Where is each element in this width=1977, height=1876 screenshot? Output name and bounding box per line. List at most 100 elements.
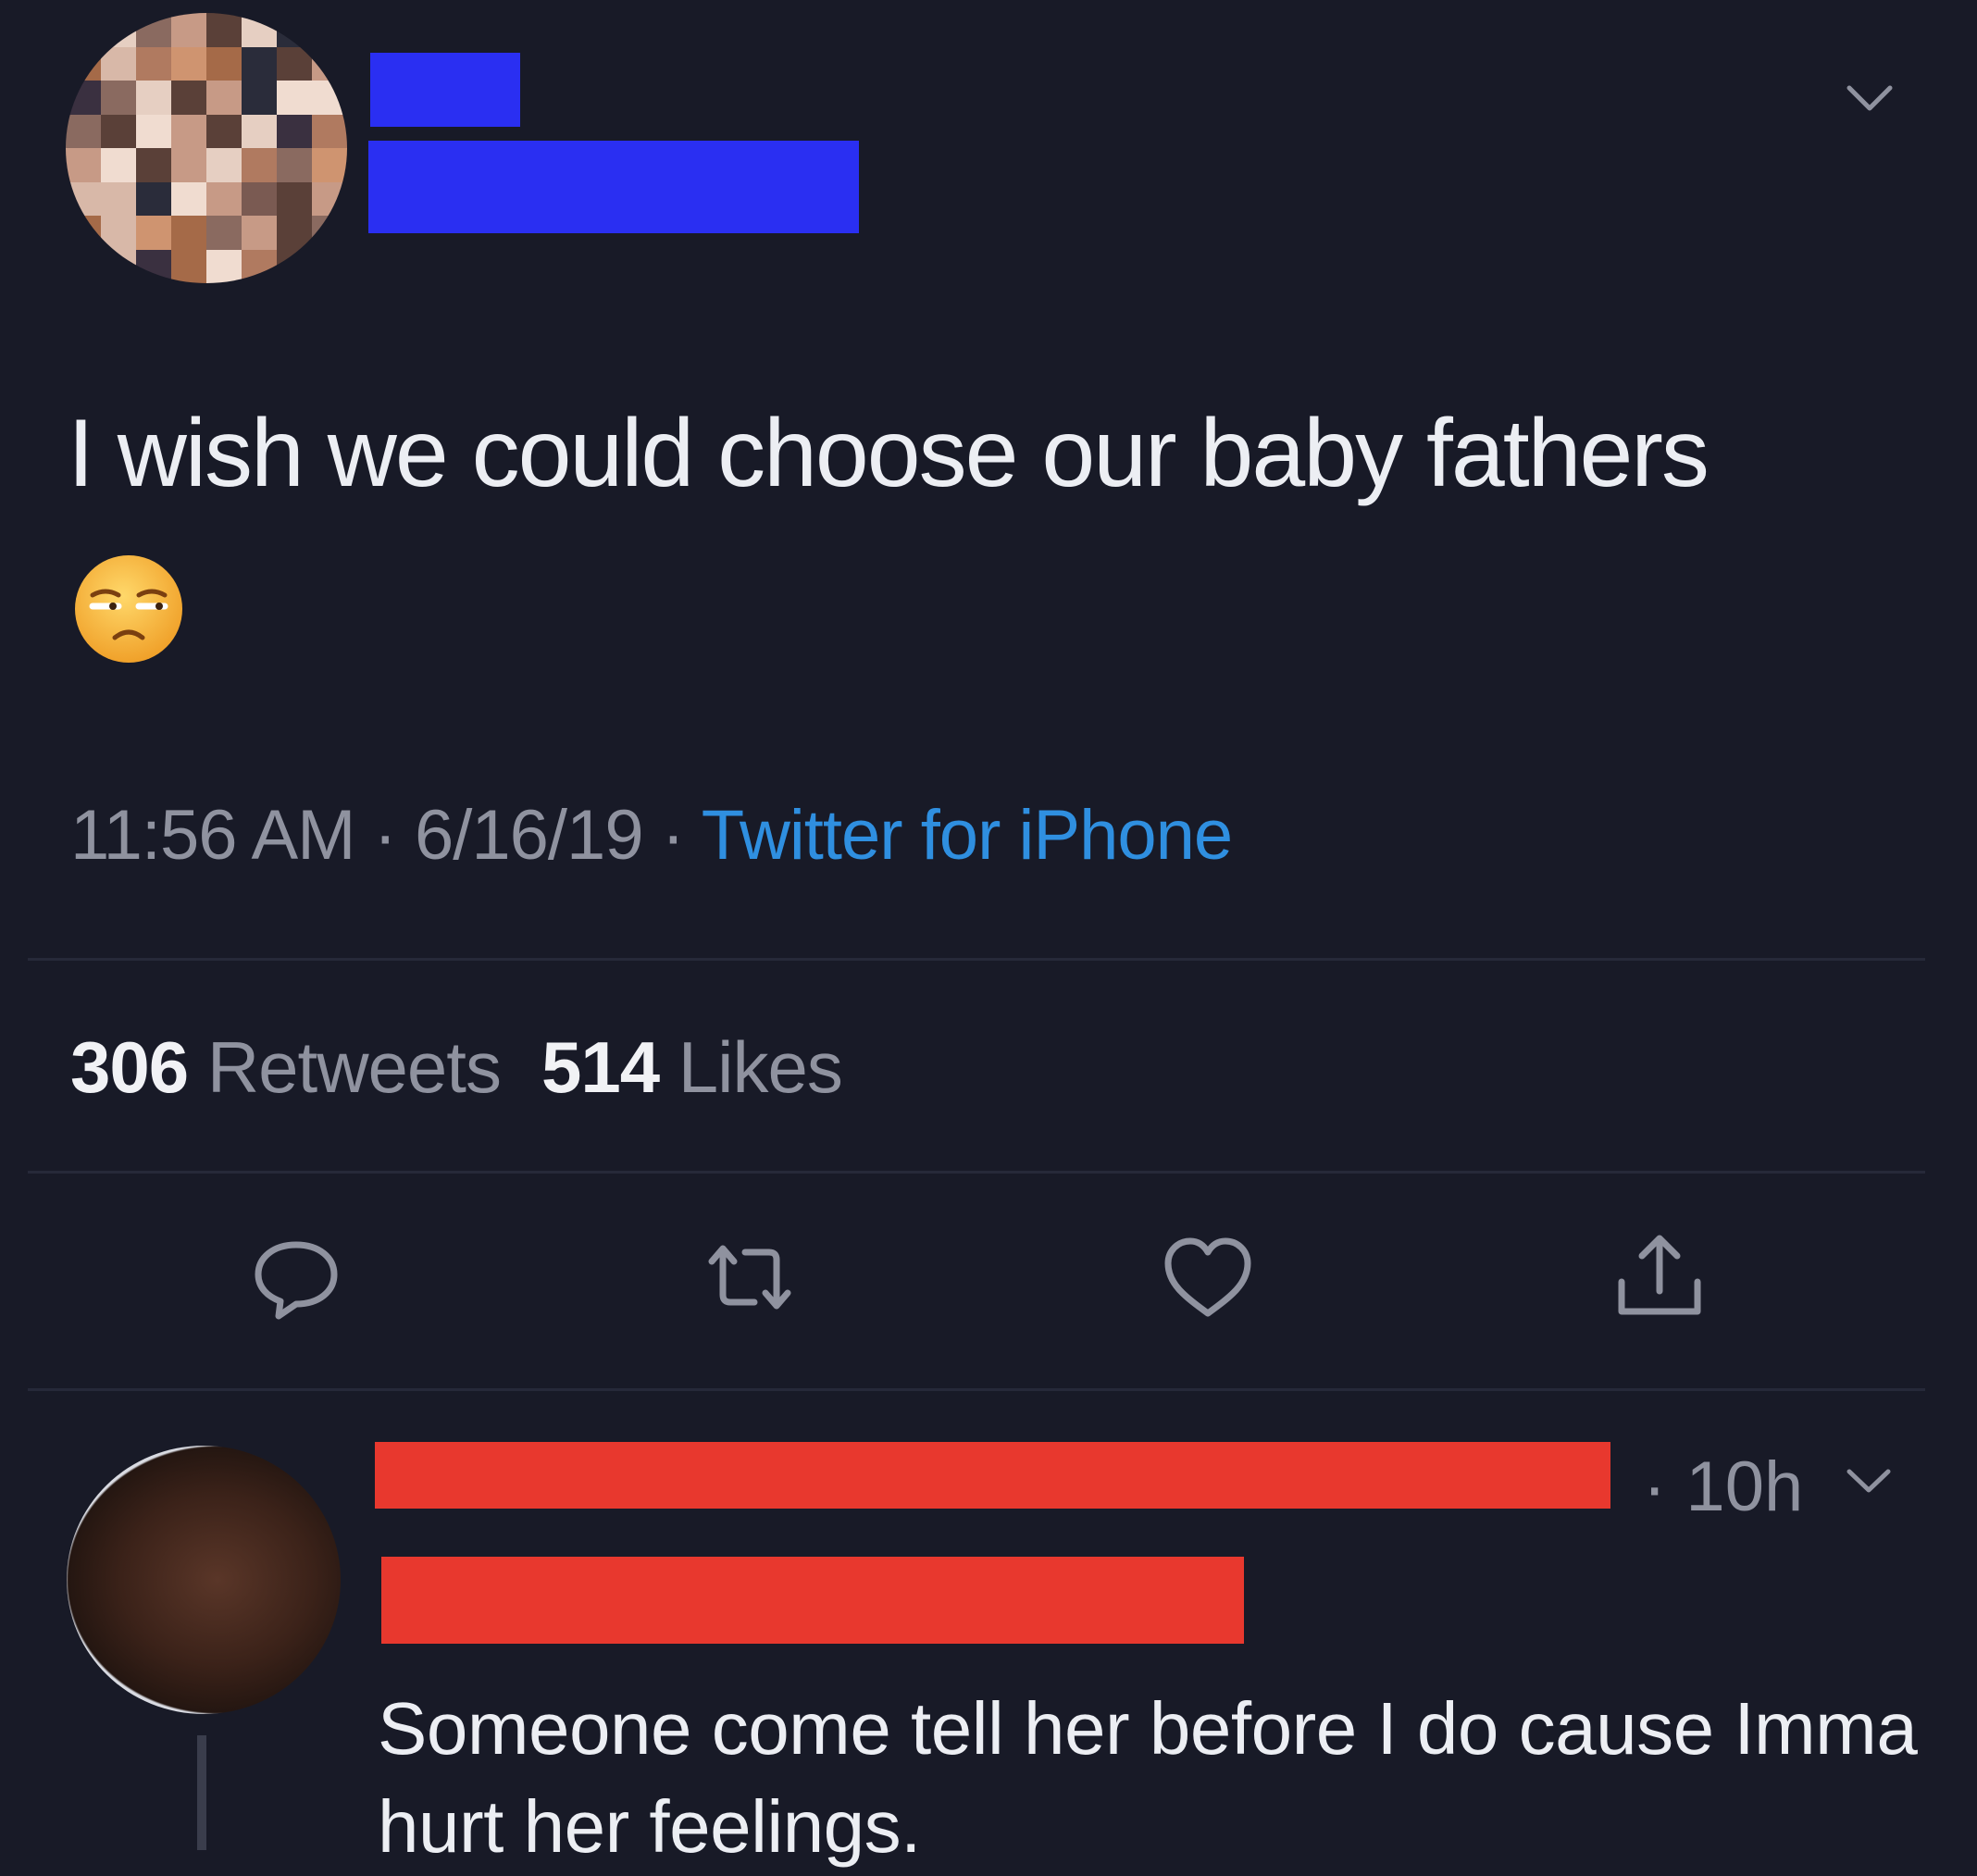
meta-separator: · [354, 796, 416, 875]
redacted-reply-name [375, 1442, 1610, 1509]
reply-button[interactable] [245, 1226, 347, 1328]
unamused-face-icon [72, 553, 185, 665]
retweets-count: 306 [70, 1026, 189, 1108]
tweet-stats: 306 Retweets 514 Likes [70, 1025, 843, 1109]
avatar-mosaic-tile [66, 13, 101, 47]
avatar-mosaic-tile [206, 114, 242, 148]
avatar-mosaic-tile [171, 249, 206, 283]
like-icon [1164, 1237, 1251, 1317]
tweet-time: 11:56 AM [70, 796, 355, 875]
avatar-mosaic-tile [312, 114, 347, 148]
avatar-mosaic-tile [171, 46, 206, 81]
avatar-mosaic-tile [312, 181, 347, 216]
avatar-mosaic-tile [312, 148, 347, 182]
redacted-handle [368, 141, 859, 233]
redacted-reply-handle [381, 1557, 1244, 1644]
meta-separator: · [642, 796, 702, 875]
avatar-mosaic-tile [66, 114, 101, 148]
avatar-mosaic-tile [66, 216, 101, 250]
avatar-mosaic-tile [242, 181, 277, 216]
avatar-mosaic-tile [101, 216, 136, 250]
retweet-button[interactable] [699, 1226, 801, 1328]
avatar-mosaic-tile [277, 249, 312, 283]
avatar-mosaic-tile [242, 249, 277, 283]
reply-avatar[interactable] [67, 1446, 341, 1714]
avatar-mosaic-tile [101, 114, 136, 148]
avatar-mosaic-tile [206, 216, 242, 250]
avatar-mosaic-tile [66, 181, 101, 216]
avatar-mosaic-tile [101, 46, 136, 81]
avatar-mosaic-tile [171, 148, 206, 182]
avatar-mosaic-tile [277, 114, 312, 148]
share-icon [1618, 1235, 1701, 1315]
avatar-mosaic-tile [242, 46, 277, 81]
avatar-mosaic-tile [242, 114, 277, 148]
avatar-mosaic-tile [101, 249, 136, 283]
avatar-mosaic-tile [206, 81, 242, 115]
avatar-mosaic-tile [277, 81, 312, 115]
tweet-text: I wish we could choose our baby fathers [68, 400, 1710, 507]
avatar-mosaic-tile [206, 13, 242, 47]
avatar-mosaic-tile [136, 81, 171, 115]
avatar-mosaic-tile [171, 114, 206, 148]
avatar-mosaic-tile [136, 249, 171, 283]
avatar-mosaic-tile [312, 46, 347, 81]
avatar-mosaic-tile [171, 13, 206, 47]
chevron-down-icon[interactable] [1842, 69, 1897, 125]
tweet-meta: 11:56 AM · 6/16/19 · Twitter for iPhone [70, 794, 1233, 877]
like-button[interactable] [1157, 1226, 1259, 1328]
retweets-label: Retweets [206, 1026, 502, 1108]
avatar-mosaic-tile [312, 13, 347, 47]
share-button[interactable] [1609, 1226, 1710, 1328]
avatar-mosaic-tile [66, 81, 101, 115]
avatar-mosaic-tile [136, 148, 171, 182]
likes-stat[interactable]: 514 Likes [541, 1026, 843, 1108]
avatar-mosaic-tile [171, 216, 206, 250]
likes-count: 514 [541, 1026, 660, 1108]
avatar-mosaic-tile [101, 81, 136, 115]
avatar-mosaic-tile [101, 148, 136, 182]
avatar-mosaic-tile [312, 216, 347, 250]
redacted-display-name [370, 53, 520, 127]
avatar-mosaic-tile [277, 46, 312, 81]
avatar-mosaic-tile [136, 13, 171, 47]
avatar-mosaic-tile [206, 148, 242, 182]
reply-icon [255, 1241, 338, 1320]
avatar-mosaic-tile [171, 181, 206, 216]
retweets-stat[interactable]: 306 Retweets [70, 1026, 502, 1108]
tweet-date: 6/16/19 [415, 796, 644, 875]
avatar-mosaic-tile [101, 181, 136, 216]
avatar-mosaic-tile [242, 216, 277, 250]
divider [28, 1171, 1925, 1174]
chevron-down-icon[interactable] [1842, 1453, 1896, 1507]
avatar[interactable] [66, 13, 347, 283]
avatar-mosaic-tile [171, 81, 206, 115]
likes-label: Likes [678, 1026, 843, 1108]
avatar-mosaic-tile [206, 46, 242, 81]
avatar-mosaic-tile [206, 181, 242, 216]
avatar-mosaic-tile [206, 249, 242, 283]
avatar-mosaic-tile [242, 148, 277, 182]
avatar-mosaic-tile [136, 181, 171, 216]
avatar-mosaic-tile [66, 148, 101, 182]
thread-line [197, 1735, 206, 1850]
divider [28, 1388, 1925, 1391]
avatar-mosaic-tile [312, 249, 347, 283]
reply-timestamp: · 10h [1643, 1447, 1804, 1526]
retweet-icon [708, 1245, 791, 1310]
avatar-mosaic-tile [66, 249, 101, 283]
avatar-mosaic-tile [277, 13, 312, 47]
divider [28, 958, 1925, 961]
avatar-mosaic-tile [242, 81, 277, 115]
avatar-mosaic-tile [242, 13, 277, 47]
avatar-mosaic-tile [136, 216, 171, 250]
tweet-source-link[interactable]: Twitter for iPhone [702, 796, 1233, 875]
avatar-mosaic-tile [136, 46, 171, 81]
reply-text: Someone come tell her before I do cause … [378, 1687, 1918, 1868]
avatar-mosaic-tile [136, 114, 171, 148]
avatar-mosaic-tile [277, 216, 312, 250]
avatar-mosaic-tile [101, 13, 136, 47]
avatar-mosaic-tile [312, 81, 347, 115]
avatar-mosaic-tile [277, 148, 312, 182]
avatar-mosaic-tile [66, 46, 101, 81]
